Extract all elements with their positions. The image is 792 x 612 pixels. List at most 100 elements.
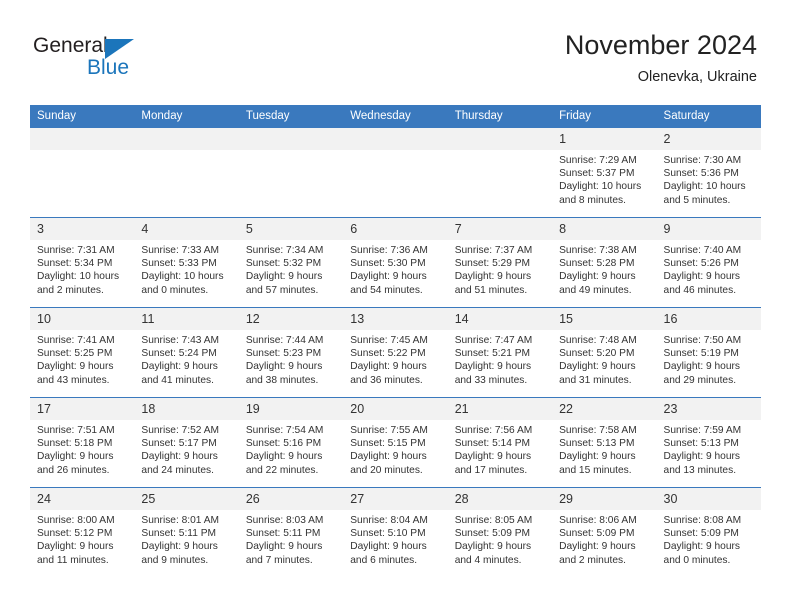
calendar-day-cell[interactable]: 13 Sunrise: 7:45 AM Sunset: 5:22 PM Dayligh… xyxy=(343,307,448,398)
day-detail-line: and 57 minutes. xyxy=(245,284,319,296)
calendar-day-cell[interactable]: 10 Sunrise: 7:41 AM Sunset: 5:25 PM Dayligh… xyxy=(30,307,135,398)
day-detail-line: Daylight: 9 hours xyxy=(245,451,323,463)
day-detail-line: Sunrise: 7:50 AM xyxy=(663,335,742,346)
calendar-day-cell[interactable]: 4 Sunrise: 7:33 AM Sunset: 5:33 PM Daylight… xyxy=(134,217,239,308)
day-detail-line: Daylight: 9 hours xyxy=(663,451,740,463)
calendar-day-cell[interactable]: 11 Sunrise: 7:43 AM Sunset: 5:24 PM Dayligh… xyxy=(134,307,239,398)
day-detail-line: Sunset: 5:12 PM xyxy=(37,528,113,540)
day-details: Sunrise: 7:43 AM Sunset: 5:24 PM Daylight:… xyxy=(134,330,238,387)
day-details: Sunrise: 7:29 AM Sunset: 5:37 PM Daylight:… xyxy=(552,150,656,207)
day-detail-line: and 31 minutes. xyxy=(559,374,632,386)
day-details: Sunrise: 7:58 AM Sunset: 5:13 PM Daylight:… xyxy=(552,420,656,477)
day-details: Sunrise: 7:30 AM Sunset: 5:36 PM Daylight:… xyxy=(657,150,761,207)
calendar-day-cell[interactable]: 22 Sunrise: 7:58 AM Sunset: 5:13 PM Dayligh… xyxy=(552,397,657,488)
day-number: 25 xyxy=(134,488,239,510)
day-detail-line: Sunrise: 7:30 AM xyxy=(663,155,742,166)
calendar-day-cell[interactable]: 23 Sunrise: 7:59 AM Sunset: 5:13 PM Dayligh… xyxy=(656,397,761,488)
weekday-header-monday: Monday xyxy=(134,105,239,128)
weekday-header-friday: Friday xyxy=(552,105,657,128)
day-detail-line: and 38 minutes. xyxy=(245,374,319,386)
day-detail-line: Daylight: 9 hours xyxy=(141,451,218,463)
day-details: Sunrise: 7:38 AM Sunset: 5:28 PM Daylight:… xyxy=(552,240,656,297)
calendar-day-cell[interactable]: 14 Sunrise: 7:47 AM Sunset: 5:21 PM Dayligh… xyxy=(447,307,553,398)
calendar-day-cell[interactable]: 29 Sunrise: 8:06 AM Sunset: 5:09 PM Dayligh… xyxy=(552,487,657,577)
day-detail-line: and 20 minutes. xyxy=(350,464,423,476)
day-detail-line: and 2 minutes. xyxy=(37,284,104,296)
calendar-day-cell[interactable]: 9 Sunrise: 7:40 AM Sunset: 5:26 PM Daylight… xyxy=(656,217,761,308)
day-detail-line: and 13 minutes. xyxy=(663,464,737,476)
day-detail-line: and 33 minutes. xyxy=(454,374,528,386)
calendar-day-cell[interactable]: 19 Sunrise: 7:54 AM Sunset: 5:16 PM Dayligh… xyxy=(238,397,344,488)
day-number: 21 xyxy=(447,398,553,420)
page-header: General Blue November 2024 Olenevka, Ukr… xyxy=(0,0,792,100)
general-blue-logo[interactable]: General Blue xyxy=(33,34,163,84)
day-number: 8 xyxy=(552,218,657,240)
calendar-day-cell[interactable]: 26 Sunrise: 8:03 AM Sunset: 5:11 PM Dayligh… xyxy=(238,487,344,577)
calendar-day-cell[interactable]: 1 Sunrise: 7:29 AM Sunset: 5:37 PM Daylight… xyxy=(552,127,657,218)
day-number: 12 xyxy=(238,308,344,330)
calendar-day-cell[interactable]: 21 Sunrise: 7:56 AM Sunset: 5:14 PM Dayligh… xyxy=(447,397,553,488)
day-number: 17 xyxy=(30,398,135,420)
calendar-day-cell[interactable]: 2 Sunrise: 7:30 AM Sunset: 5:36 PM Daylight… xyxy=(656,127,761,218)
day-details: Sunrise: 7:54 AM Sunset: 5:16 PM Daylight:… xyxy=(239,420,343,477)
day-detail-line: Daylight: 10 hours xyxy=(37,271,120,283)
calendar-day-cell[interactable]: 17 Sunrise: 7:51 AM Sunset: 5:18 PM Dayligh… xyxy=(30,397,135,488)
day-detail-line: and 54 minutes. xyxy=(350,284,423,296)
calendar-cell-empty xyxy=(134,127,239,218)
day-number: 30 xyxy=(656,488,761,510)
day-details: Sunrise: 7:37 AM Sunset: 5:29 PM Daylight:… xyxy=(448,240,552,297)
calendar-day-cell[interactable]: 6 Sunrise: 7:36 AM Sunset: 5:30 PM Daylight… xyxy=(343,217,448,308)
calendar-day-cell[interactable]: 27 Sunrise: 8:04 AM Sunset: 5:10 PM Dayligh… xyxy=(343,487,448,577)
day-detail-line: Daylight: 9 hours xyxy=(37,541,114,553)
day-number: 6 xyxy=(343,218,448,240)
day-detail-line: Sunset: 5:28 PM xyxy=(559,258,635,270)
calendar-day-cell[interactable]: 12 Sunrise: 7:44 AM Sunset: 5:23 PM Dayligh… xyxy=(238,307,344,398)
day-details: Sunrise: 8:06 AM Sunset: 5:09 PM Daylight:… xyxy=(552,510,656,567)
calendar-day-cell[interactable]: 18 Sunrise: 7:52 AM Sunset: 5:17 PM Dayligh… xyxy=(134,397,239,488)
day-detail-line: Sunrise: 7:44 AM xyxy=(245,335,324,346)
day-detail-line: Sunrise: 8:03 AM xyxy=(245,515,324,526)
calendar-cell-empty xyxy=(343,127,448,218)
day-detail-line: Sunset: 5:21 PM xyxy=(454,348,531,360)
day-detail-line: Sunset: 5:18 PM xyxy=(37,438,113,450)
calendar-day-cell[interactable]: 24 Sunrise: 8:00 AM Sunset: 5:12 PM Dayligh… xyxy=(30,487,135,577)
day-detail-line: Sunrise: 7:56 AM xyxy=(454,425,533,436)
calendar-day-cell[interactable]: 8 Sunrise: 7:38 AM Sunset: 5:28 PM Daylight… xyxy=(552,217,657,308)
calendar-day-cell[interactable]: 28 Sunrise: 8:05 AM Sunset: 5:09 PM Dayligh… xyxy=(447,487,553,577)
calendar-day-cell[interactable]: 25 Sunrise: 8:01 AM Sunset: 5:11 PM Dayligh… xyxy=(134,487,239,577)
calendar-day-cell[interactable]: 15 Sunrise: 7:48 AM Sunset: 5:20 PM Dayligh… xyxy=(552,307,657,398)
day-detail-line: and 6 minutes. xyxy=(350,554,418,566)
day-detail-line: Sunset: 5:11 PM xyxy=(141,528,216,540)
day-detail-line: Daylight: 9 hours xyxy=(663,541,740,553)
day-details xyxy=(134,150,238,154)
day-detail-line: Sunrise: 8:05 AM xyxy=(454,515,533,526)
day-detail-line: Sunset: 5:22 PM xyxy=(350,348,426,360)
day-number xyxy=(238,128,344,150)
day-detail-line: and 29 minutes. xyxy=(663,374,737,386)
day-detail-line: Sunset: 5:14 PM xyxy=(454,438,531,450)
calendar-day-cell[interactable]: 30 Sunrise: 8:08 AM Sunset: 5:09 PM Dayligh… xyxy=(656,487,761,577)
calendar-body: 1 Sunrise: 7:29 AM Sunset: 5:37 PM Daylight… xyxy=(30,127,761,577)
day-details: Sunrise: 7:36 AM Sunset: 5:30 PM Daylight:… xyxy=(343,240,447,297)
day-detail-line: and 8 minutes. xyxy=(559,194,626,206)
day-details: Sunrise: 8:04 AM Sunset: 5:10 PM Daylight:… xyxy=(343,510,447,567)
calendar-day-cell[interactable]: 5 Sunrise: 7:34 AM Sunset: 5:32 PM Daylight… xyxy=(238,217,344,308)
day-detail-line: Sunset: 5:19 PM xyxy=(663,348,739,360)
day-detail-line: Sunrise: 7:33 AM xyxy=(141,245,220,256)
day-detail-line: Daylight: 9 hours xyxy=(350,271,427,283)
day-details: Sunrise: 7:33 AM Sunset: 5:33 PM Daylight:… xyxy=(134,240,238,297)
day-detail-line: Sunset: 5:20 PM xyxy=(559,348,635,360)
day-number: 27 xyxy=(343,488,448,510)
day-details xyxy=(30,150,134,154)
calendar-day-cell[interactable]: 7 Sunrise: 7:37 AM Sunset: 5:29 PM Daylight… xyxy=(447,217,553,308)
calendar-day-cell[interactable]: 20 Sunrise: 7:55 AM Sunset: 5:15 PM Dayligh… xyxy=(343,397,448,488)
day-detail-line: Daylight: 9 hours xyxy=(245,541,323,553)
calendar-day-cell[interactable]: 3 Sunrise: 7:31 AM Sunset: 5:34 PM Daylight… xyxy=(30,217,135,308)
day-detail-line: Sunset: 5:16 PM xyxy=(245,438,322,450)
calendar-week-row: 24 Sunrise: 8:00 AM Sunset: 5:12 PM Dayligh… xyxy=(30,487,761,577)
page-title: November 2024 xyxy=(564,30,757,60)
day-detail-line: Daylight: 9 hours xyxy=(141,361,218,373)
day-number: 10 xyxy=(30,308,135,330)
day-number: 11 xyxy=(134,308,239,330)
calendar-day-cell[interactable]: 16 Sunrise: 7:50 AM Sunset: 5:19 PM Dayligh… xyxy=(656,307,761,398)
